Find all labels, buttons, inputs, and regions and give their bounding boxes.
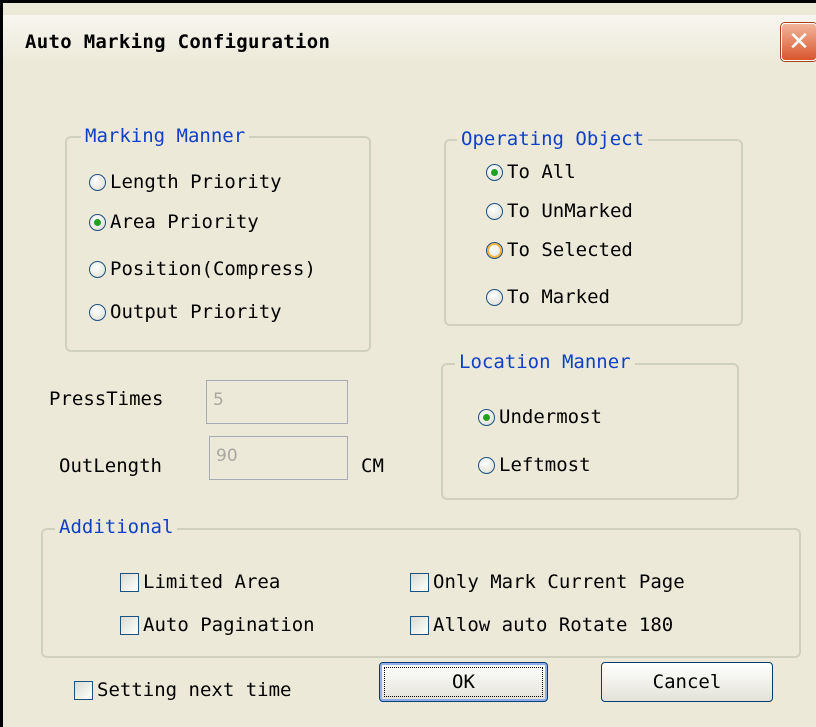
auto-marking-dialog: Auto Marking Configuration ✕ Marking Man… — [0, 0, 816, 727]
radio-button-icon — [89, 260, 106, 278]
radio-button-icon — [89, 303, 106, 321]
checkbox-icon — [410, 572, 429, 592]
option-label: To Marked — [507, 286, 610, 308]
radio-to-unmarked[interactable]: To UnMarked — [486, 200, 633, 222]
option-label: Undermost — [499, 406, 602, 428]
radio-button-icon — [478, 456, 495, 474]
checkbox-label: Allow auto Rotate 180 — [433, 614, 674, 636]
additional-group — [41, 528, 801, 658]
limited-area-checkbox[interactable]: Limited Area — [120, 571, 280, 593]
out-length-unit: CM — [361, 455, 384, 477]
marking-manner-legend: Marking Manner — [81, 125, 250, 147]
radio-length-priority[interactable]: Length Priority — [89, 171, 282, 193]
radio-button-icon — [89, 173, 106, 191]
setting-next-time-checkbox[interactable]: Setting next time — [74, 679, 291, 701]
option-label: Length Priority — [110, 171, 282, 193]
checkbox-icon — [120, 572, 139, 592]
option-label: Area Priority — [110, 211, 259, 233]
radio-button-icon — [486, 288, 503, 306]
checkbox-label: Auto Pagination — [143, 614, 315, 636]
option-label: Position(Compress) — [110, 258, 316, 280]
radio-button-selected-icon — [478, 408, 495, 426]
option-label: Leftmost — [499, 454, 591, 476]
radio-undermost[interactable]: Undermost — [478, 406, 602, 428]
window-title: Auto Marking Configuration — [25, 31, 331, 53]
checkbox-icon — [74, 680, 93, 700]
cancel-button[interactable]: Cancel — [601, 662, 773, 702]
option-label: Output Priority — [110, 301, 282, 323]
radio-button-selected-icon — [89, 213, 106, 231]
checkbox-label: Setting next time — [97, 679, 292, 701]
focus-rect — [384, 667, 543, 697]
title-bar[interactable]: Auto Marking Configuration ✕ — [3, 15, 816, 65]
radio-button-hover-icon — [486, 241, 503, 259]
close-button[interactable]: ✕ — [781, 23, 816, 61]
option-label: To All — [507, 161, 576, 183]
radio-area-priority[interactable]: Area Priority — [89, 211, 259, 233]
radio-leftmost[interactable]: Leftmost — [478, 454, 591, 476]
checkbox-label: Only Mark Current Page — [433, 571, 685, 593]
radio-button-icon — [486, 202, 503, 220]
only-mark-current-page-checkbox[interactable]: Only Mark Current Page — [410, 571, 685, 593]
radio-to-all[interactable]: To All — [486, 161, 576, 183]
close-icon: ✕ — [788, 27, 810, 57]
cancel-button-label: Cancel — [652, 671, 722, 693]
auto-pagination-checkbox[interactable]: Auto Pagination — [120, 614, 315, 636]
allow-auto-rotate-checkbox[interactable]: Allow auto Rotate 180 — [410, 614, 673, 636]
out-length-input[interactable]: 90 — [209, 436, 348, 480]
additional-legend: Additional — [55, 516, 178, 538]
option-label: To UnMarked — [507, 200, 633, 222]
location-manner-group — [441, 363, 739, 500]
radio-output-priority[interactable]: Output Priority — [89, 301, 282, 323]
operating-object-legend: Operating Object — [457, 128, 649, 150]
radio-to-selected[interactable]: To Selected — [486, 239, 633, 261]
radio-button-selected-icon — [486, 163, 503, 181]
checkbox-icon — [410, 615, 429, 635]
location-manner-legend: Location Manner — [455, 351, 635, 373]
press-times-input[interactable]: 5 — [206, 380, 348, 424]
radio-to-marked[interactable]: To Marked — [486, 286, 610, 308]
press-times-label: PressTimes — [49, 388, 164, 410]
radio-position-compress[interactable]: Position(Compress) — [89, 258, 316, 280]
option-label: To Selected — [507, 239, 633, 261]
ok-button[interactable]: OK — [379, 662, 548, 702]
checkbox-label: Limited Area — [143, 571, 281, 593]
out-length-label: OutLength — [59, 455, 162, 477]
checkbox-icon — [120, 615, 139, 635]
